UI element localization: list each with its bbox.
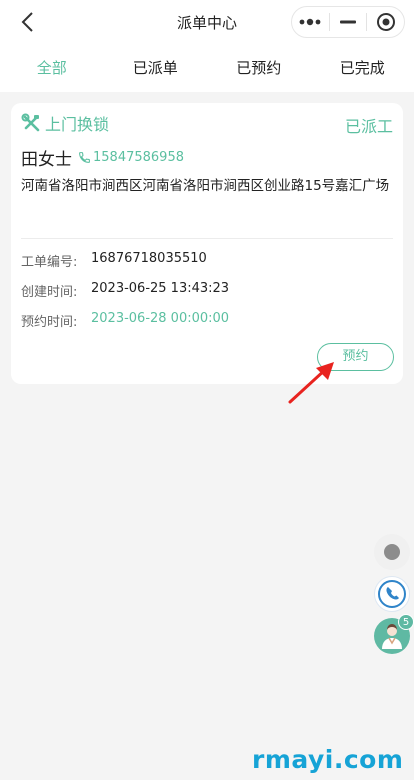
customer-name: 田女士 <box>21 150 72 170</box>
minimize-icon <box>340 20 356 24</box>
tab-booked[interactable]: 已预约 <box>207 44 311 92</box>
service-type: 上门换锁 <box>45 115 110 134</box>
booking-time-row: 预约时间: 2023-06-28 00:00:00 <box>21 311 229 330</box>
service-header: 上门换锁 <box>21 111 109 135</box>
order-number-label: 工单编号: <box>21 255 78 270</box>
created-time-label: 创建时间: <box>21 285 78 300</box>
tab-dispatched[interactable]: 已派单 <box>104 44 208 92</box>
created-time-row: 创建时间: 2023-06-25 13:43:23 <box>21 281 229 300</box>
order-status-tabs: 全部 已派单 已预约 已完成 <box>0 44 414 92</box>
watermark: rmayi.com <box>252 745 404 774</box>
created-time-value: 2023-06-25 13:43:23 <box>91 281 230 296</box>
phone-icon <box>378 580 406 608</box>
order-number-value: 16876718035510 <box>91 251 207 266</box>
tab-completed[interactable]: 已完成 <box>311 44 414 92</box>
divider <box>21 238 393 239</box>
booking-time-label: 预约时间: <box>21 315 78 330</box>
close-mini-program-button[interactable] <box>367 7 404 37</box>
customer-phone: 15847586958 <box>93 150 184 165</box>
annotation-arrow-icon <box>288 362 334 404</box>
status-badge: 已派工 <box>344 117 393 136</box>
order-number-row: 工单编号: 16876718035510 <box>21 251 207 270</box>
minimize-button[interactable] <box>330 7 367 37</box>
more-button[interactable] <box>292 7 329 37</box>
record-button[interactable] <box>374 534 410 570</box>
record-icon <box>384 544 400 560</box>
mini-program-capsule <box>291 6 405 38</box>
phone-link[interactable]: 15847586958 <box>78 150 184 165</box>
tab-all[interactable]: 全部 <box>0 44 104 92</box>
service-address: 河南省洛阳市涧西区河南省洛阳市涧西区创业路15号嘉汇广场 <box>21 178 390 194</box>
more-dots-icon <box>299 18 321 26</box>
tools-icon <box>21 113 40 132</box>
notification-badge: 5 <box>398 614 414 630</box>
phone-icon <box>79 152 90 163</box>
nav-bar: 派单中心 <box>0 0 414 44</box>
order-card[interactable]: 上门换锁 已派工 田女士 15847586958 河南省洛阳市涧西区河南省洛阳市… <box>11 103 403 384</box>
booking-time-value: 2023-06-28 00:00:00 <box>91 311 230 326</box>
target-icon <box>376 13 395 31</box>
customer-row: 田女士 15847586958 <box>21 145 184 170</box>
call-button[interactable] <box>374 576 410 612</box>
